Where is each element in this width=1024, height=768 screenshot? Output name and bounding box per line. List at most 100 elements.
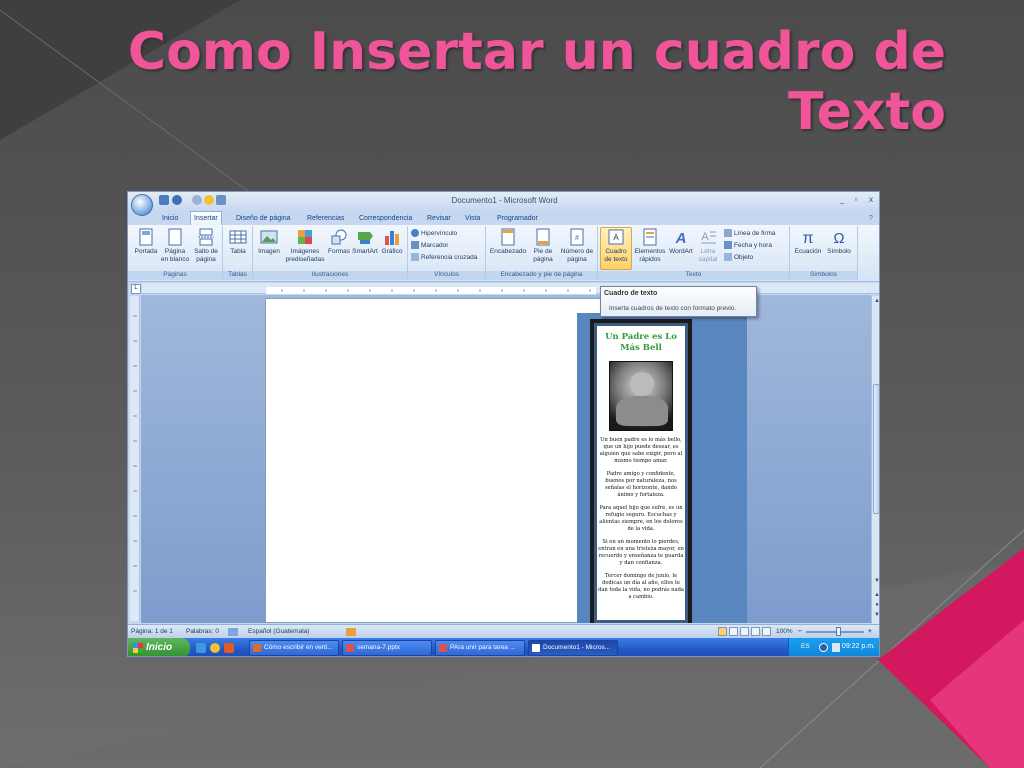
smartart-button[interactable]: SmartArt bbox=[351, 228, 379, 256]
zoom-in-icon[interactable]: + bbox=[868, 628, 872, 635]
shapes-icon bbox=[331, 229, 347, 245]
slide-title: Como Insertar un cuadro de Texto bbox=[66, 22, 946, 142]
zoom-slider-knob[interactable] bbox=[836, 627, 841, 636]
restore-button[interactable]: ▫ bbox=[850, 195, 862, 204]
draft-view-icon[interactable] bbox=[762, 627, 771, 636]
ie-icon[interactable] bbox=[196, 643, 206, 653]
vertical-ruler[interactable] bbox=[130, 296, 140, 621]
outline-view-icon[interactable] bbox=[751, 627, 760, 636]
salto-de-pagina-button[interactable]: Salto de página bbox=[190, 228, 222, 264]
document-page[interactable] bbox=[265, 298, 610, 623]
signature-line-icon bbox=[724, 229, 732, 238]
formas-button[interactable]: Formas bbox=[327, 228, 351, 256]
wordart-button[interactable]: A WordArt bbox=[667, 228, 695, 256]
horizontal-ruler[interactable] bbox=[142, 283, 879, 294]
picture-icon bbox=[260, 230, 278, 244]
page-count[interactable]: Página: 1 de 1 bbox=[131, 628, 173, 635]
vertical-scrollbar[interactable]: ▲ ▼ ▲ ● ▼ bbox=[871, 296, 879, 624]
text-box-icon: A bbox=[608, 229, 624, 245]
fecha-y-hora-button[interactable]: Fecha y hora bbox=[724, 241, 772, 250]
tab-selector-button[interactable]: L bbox=[131, 284, 141, 294]
ribbon: Portada Página en blanco Salto de página P… bbox=[128, 225, 879, 282]
taskbar-item[interactable]: Cómo escribir en verti... bbox=[249, 640, 339, 656]
pie-de-pagina-button[interactable]: Pie de página bbox=[528, 228, 558, 264]
zoom-slider[interactable] bbox=[806, 631, 864, 633]
zoom-out-icon[interactable]: − bbox=[798, 628, 802, 635]
text-box-tooltip: Cuadro de texto Inserta cuadros de texto… bbox=[600, 286, 757, 317]
group-label-simbolos: Símbolos bbox=[790, 271, 857, 280]
hipervinculo-button[interactable]: Hipervínculo bbox=[411, 229, 457, 238]
pagina-en-blanco-button[interactable]: Página en blanco bbox=[159, 228, 191, 264]
bookmark-stanza: Para aquel hijo que sufre, es un refugio… bbox=[599, 505, 683, 532]
group-label-tablas: Tablas bbox=[223, 271, 252, 280]
imagenes-prediseñadas-button[interactable]: Imágenes prediseñadas bbox=[283, 228, 327, 264]
objeto-button[interactable]: Objeto bbox=[724, 253, 753, 262]
marcador-button[interactable]: Marcador bbox=[411, 241, 448, 250]
messenger-icon[interactable] bbox=[210, 643, 220, 653]
language-indicator[interactable]: ES bbox=[801, 643, 810, 650]
help-icon[interactable]: ? bbox=[866, 212, 876, 225]
scroll-thumb[interactable] bbox=[873, 384, 879, 514]
spelling-check-icon[interactable] bbox=[228, 628, 238, 636]
object-icon bbox=[724, 253, 732, 262]
bookmark-stanza: Un buen padre es lo más bello, que un hi… bbox=[599, 437, 683, 464]
grafico-button[interactable]: Gráfico bbox=[379, 228, 405, 256]
table-icon bbox=[229, 230, 247, 244]
cuadro-de-texto-button[interactable]: A Cuadro de texto bbox=[600, 227, 632, 270]
firefox-icon[interactable] bbox=[224, 643, 234, 653]
svg-text:A: A bbox=[613, 233, 619, 242]
full-screen-reading-icon[interactable] bbox=[729, 627, 738, 636]
group-label-texto: Texto bbox=[598, 271, 789, 280]
text-box-preview[interactable]: Un Padre es Lo Más Bell Un buen padre es… bbox=[590, 319, 692, 623]
elementos-rapidos-button[interactable]: Elementos rápidos bbox=[633, 228, 667, 264]
group-encabezado-pie: Encabezado Pie de página # Número de págin… bbox=[486, 226, 598, 280]
imagen-button[interactable]: Imagen bbox=[255, 228, 283, 256]
word-count[interactable]: Palabras: 0 bbox=[186, 628, 219, 635]
ecuacion-button[interactable]: π Ecuación bbox=[792, 228, 824, 256]
close-button[interactable]: x bbox=[865, 195, 877, 204]
tab-inicio[interactable]: Inicio bbox=[159, 212, 181, 225]
tab-vista[interactable]: Vista bbox=[462, 212, 483, 225]
volume-icon[interactable] bbox=[832, 643, 840, 652]
footer-icon bbox=[536, 228, 550, 246]
next-page-icon[interactable]: ▼ bbox=[873, 612, 879, 620]
encabezado-button[interactable]: Encabezado bbox=[488, 228, 528, 256]
taskbar-item[interactable]: PAra unir para tarea ... bbox=[435, 640, 525, 656]
tab-diseno-de-pagina[interactable]: Diseño de página bbox=[233, 212, 294, 225]
letra-capital-button[interactable]: A Letra capital bbox=[695, 228, 721, 264]
macro-record-icon[interactable] bbox=[346, 628, 356, 636]
referencia-cruzada-button[interactable]: Referencia cruzada bbox=[411, 253, 477, 262]
group-ilustraciones: Imagen Imágenes prediseñadas Formas Smart… bbox=[253, 226, 408, 280]
tab-referencias[interactable]: Referencias bbox=[304, 212, 347, 225]
start-button[interactable]: Inicio bbox=[128, 638, 190, 656]
scroll-down-icon[interactable]: ▼ bbox=[873, 578, 879, 586]
status-bar: Página: 1 de 1 Palabras: 0 Español (Guat… bbox=[128, 624, 879, 638]
page-number-icon: # bbox=[570, 228, 584, 246]
blank-page-icon bbox=[168, 228, 182, 246]
scroll-up-icon[interactable]: ▲ bbox=[873, 298, 879, 306]
tooltip-description: Inserta cuadros de texto con formato pre… bbox=[609, 305, 737, 312]
tab-correspondencia[interactable]: Correspondencia bbox=[356, 212, 415, 225]
help-tray-icon[interactable] bbox=[819, 643, 828, 652]
office-button[interactable] bbox=[131, 194, 153, 216]
language-status[interactable]: Español (Guatemala) bbox=[248, 628, 309, 635]
group-label-paginas: Páginas bbox=[128, 271, 222, 280]
taskbar-item-active[interactable]: Documento1 - Micros... bbox=[528, 640, 618, 656]
bookmark-stanza: Si en un momento lo pierdes, entran en u… bbox=[598, 539, 684, 566]
tab-programador[interactable]: Programador bbox=[494, 212, 541, 225]
previous-page-icon[interactable]: ▲ bbox=[873, 592, 879, 600]
tabla-button[interactable]: Tabla bbox=[225, 228, 251, 256]
web-layout-icon[interactable] bbox=[740, 627, 749, 636]
tab-insertar[interactable]: Insertar bbox=[190, 211, 222, 225]
tab-revisar[interactable]: Revisar bbox=[424, 212, 454, 225]
portada-button[interactable]: Portada bbox=[132, 228, 160, 256]
numero-de-pagina-button[interactable]: # Número de página bbox=[558, 228, 596, 264]
print-layout-view-icon[interactable] bbox=[718, 627, 727, 636]
zoom-level[interactable]: 100% bbox=[776, 628, 793, 635]
simbolo-button[interactable]: Ω Símbolo bbox=[824, 228, 854, 256]
taskbar-item[interactable]: semana-7.pptx bbox=[342, 640, 432, 656]
minimize-button[interactable]: _ bbox=[836, 195, 848, 204]
window-title: Documento1 - Microsoft Word bbox=[451, 196, 558, 205]
linea-de-firma-button[interactable]: Línea de firma bbox=[724, 229, 776, 238]
browse-object-icon[interactable]: ● bbox=[873, 602, 879, 610]
